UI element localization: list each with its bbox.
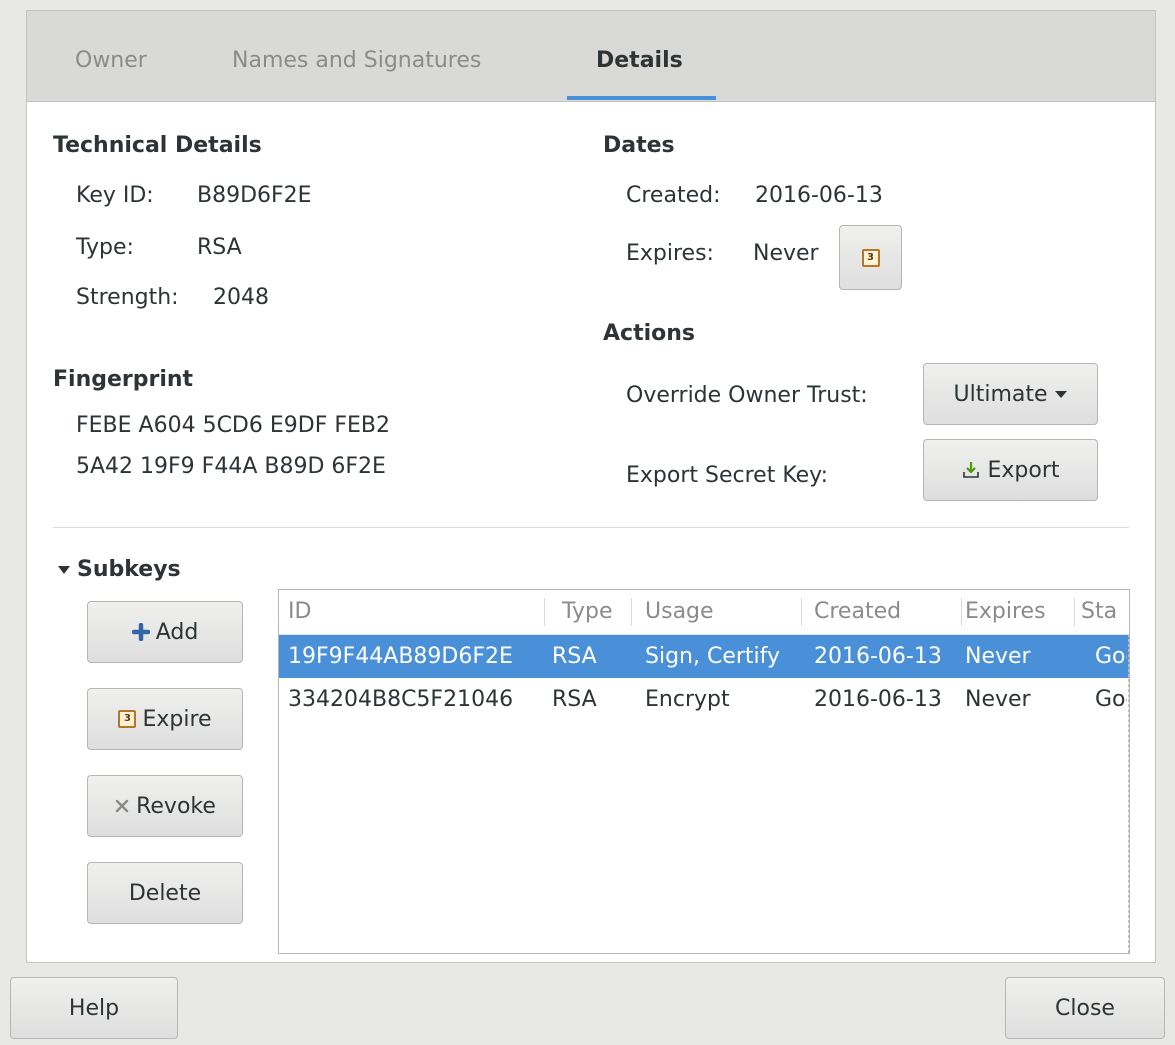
subkeys-table-header: ID Type Usage Created Expires Sta xyxy=(279,590,1129,635)
expires-label: Expires: xyxy=(626,241,714,266)
type-value: RSA xyxy=(197,235,242,260)
cell-expires: Never xyxy=(965,687,1031,712)
column-divider xyxy=(801,598,802,626)
table-row[interactable]: 19F9F44AB89D6F2E RSA Sign, Certify 2016-… xyxy=(279,635,1129,678)
expire-subkey-button[interactable]: 3 Expire xyxy=(87,688,243,750)
cell-created: 2016-06-13 xyxy=(814,687,942,712)
type-label: Type: xyxy=(76,235,134,260)
cell-usage: Encrypt xyxy=(645,687,730,712)
tab-owner[interactable]: Owner xyxy=(75,50,147,101)
tab-names-and-signatures[interactable]: Names and Signatures xyxy=(232,50,481,101)
column-edge-marker xyxy=(1128,634,1129,953)
column-type[interactable]: Type xyxy=(562,590,613,634)
x-icon xyxy=(115,799,129,813)
revoke-subkey-button[interactable]: Revoke xyxy=(87,775,243,837)
owner-trust-value: Ultimate xyxy=(953,381,1048,407)
column-created[interactable]: Created xyxy=(814,590,901,634)
cell-type: RSA xyxy=(552,687,597,712)
subkeys-table[interactable]: ID Type Usage Created Expires Sta 19F9F4… xyxy=(278,589,1130,954)
actions-heading: Actions xyxy=(603,321,695,346)
created-value: 2016-06-13 xyxy=(755,183,883,208)
add-button-label: Add xyxy=(155,619,199,645)
cell-status: Goo xyxy=(1095,644,1127,669)
column-id[interactable]: ID xyxy=(288,590,311,634)
export-button-label: Export xyxy=(987,457,1060,483)
cell-id: 334204B8C5F21046 xyxy=(288,687,514,712)
revoke-button-label: Revoke xyxy=(136,793,216,819)
created-label: Created: xyxy=(626,183,721,208)
column-usage[interactable]: Usage xyxy=(645,590,714,634)
key-id-label: Key ID: xyxy=(76,183,154,208)
export-secret-key-label: Export Secret Key: xyxy=(626,463,829,488)
triangle-down-icon xyxy=(58,566,70,574)
subkeys-heading: Subkeys xyxy=(77,557,181,582)
export-button[interactable]: Export xyxy=(923,439,1098,501)
fingerprint-heading: Fingerprint xyxy=(53,367,194,392)
table-row[interactable]: 334204B8C5F21046 RSA Encrypt 2016-06-13 … xyxy=(279,678,1129,721)
fingerprint-line-2: 5A42 19F9 F44A B89D 6F2E xyxy=(76,454,386,479)
column-status[interactable]: Sta xyxy=(1081,590,1127,634)
plus-icon xyxy=(131,623,150,641)
column-divider xyxy=(1074,598,1075,626)
help-button[interactable]: Help xyxy=(10,977,178,1039)
fingerprint-line-1: FEBE A604 5CD6 E9DF FEB2 xyxy=(76,413,390,438)
strength-label: Strength: xyxy=(76,285,179,310)
close-button[interactable]: Close xyxy=(1005,977,1165,1039)
expires-value: Never xyxy=(753,241,819,266)
help-button-label: Help xyxy=(68,995,120,1021)
cell-expires: Never xyxy=(965,644,1031,669)
change-expiry-button[interactable]: 3 xyxy=(839,225,902,290)
delete-subkey-button[interactable]: Delete xyxy=(87,862,243,924)
technical-details-heading: Technical Details xyxy=(53,133,262,158)
key-id-value: B89D6F2E xyxy=(197,183,312,208)
cell-usage: Sign, Certify xyxy=(645,644,781,669)
cell-status: Goo xyxy=(1095,687,1127,712)
expire-button-label: Expire xyxy=(142,706,212,732)
tab-details[interactable]: Details xyxy=(596,50,683,101)
delete-button-label: Delete xyxy=(128,880,202,906)
column-divider xyxy=(544,598,545,626)
key-properties-panel: Owner Names and Signatures Details Techn… xyxy=(26,10,1156,963)
active-tab-indicator xyxy=(567,96,716,100)
cell-type: RSA xyxy=(552,644,597,669)
strength-value: 2048 xyxy=(213,285,269,310)
add-subkey-button[interactable]: Add xyxy=(87,601,243,663)
column-divider xyxy=(961,598,962,626)
cell-id: 19F9F44AB89D6F2E xyxy=(288,644,513,669)
tab-bar: Owner Names and Signatures Details xyxy=(27,11,1155,102)
chevron-down-icon xyxy=(1054,390,1067,398)
section-separator xyxy=(53,527,1129,528)
column-expires[interactable]: Expires xyxy=(965,590,1046,634)
calendar-icon: 3 xyxy=(118,710,137,728)
dates-heading: Dates xyxy=(603,133,675,158)
calendar-icon: 3 xyxy=(861,248,880,267)
close-button-label: Close xyxy=(1055,995,1115,1021)
cell-created: 2016-06-13 xyxy=(814,644,942,669)
export-icon xyxy=(963,462,980,478)
subkeys-expander[interactable]: Subkeys xyxy=(57,557,181,582)
override-owner-trust-label: Override Owner Trust: xyxy=(626,383,868,408)
owner-trust-dropdown[interactable]: Ultimate xyxy=(923,363,1098,425)
column-divider xyxy=(631,598,632,626)
